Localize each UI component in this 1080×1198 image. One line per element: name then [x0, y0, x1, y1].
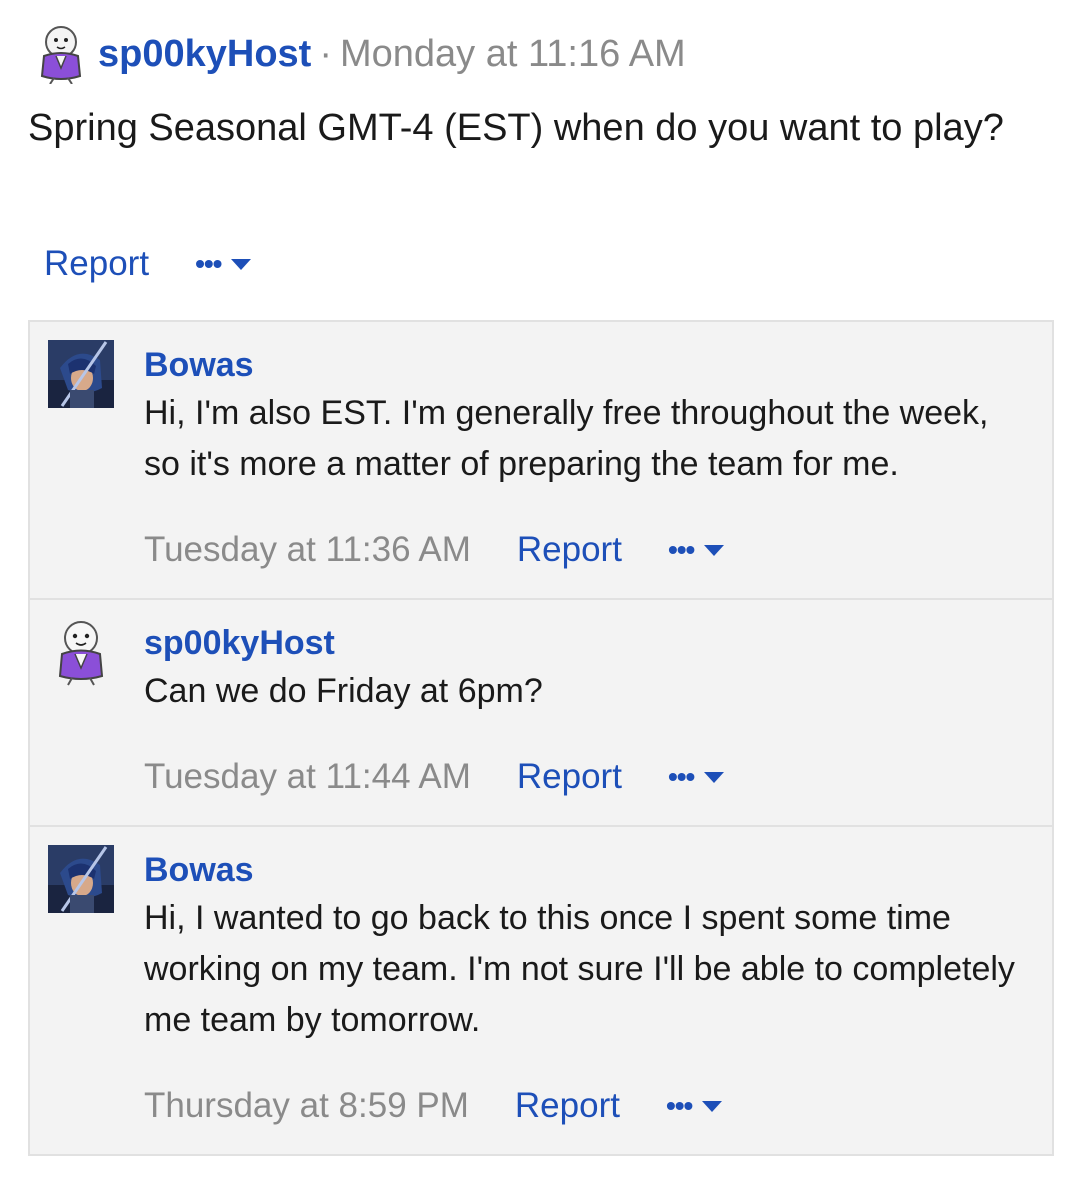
ghost-avatar-icon[interactable] [34, 24, 88, 84]
reply-text: Hi, I wanted to go back to this once I s… [144, 899, 1015, 1039]
more-options-menu[interactable]: ••• [667, 534, 725, 565]
post-timestamp[interactable]: Monday at 11:16 AM [340, 33, 686, 76]
reply-text: Hi, I'm also EST. I'm generally free thr… [144, 394, 989, 483]
chevron-down-icon [702, 1100, 723, 1112]
more-dots-icon: ••• [195, 248, 222, 279]
chevron-down-icon [231, 258, 252, 270]
more-dots-icon: ••• [667, 534, 695, 565]
reply-item: Bowas Hi, I wanted to go back to this on… [30, 827, 1052, 1156]
reply-author[interactable]: sp00kyHost [144, 620, 1028, 666]
reply-author[interactable]: Bowas [144, 342, 1028, 388]
report-link[interactable]: Report [517, 757, 622, 797]
more-options-menu[interactable]: ••• [665, 1090, 723, 1121]
post-actions: Report ••• [44, 244, 252, 284]
post-author[interactable]: sp00kyHost [98, 33, 311, 76]
chevron-down-icon [704, 771, 725, 783]
reply-author[interactable]: Bowas [144, 847, 1028, 893]
reply-content: Bowas Hi, I wanted to go back to this on… [144, 827, 1052, 1154]
reply-content: sp00kyHost Can we do Friday at 6pm? Tues… [144, 600, 1052, 825]
more-dots-icon: ••• [667, 761, 695, 792]
header-separator: · [319, 32, 332, 75]
reply-item: Bowas Hi, I'm also EST. I'm generally fr… [30, 322, 1052, 600]
reply-meta: Tuesday at 11:44 AM Report ••• [144, 757, 1028, 825]
reply-text: Can we do Friday at 6pm? [144, 672, 543, 710]
chevron-down-icon [704, 544, 725, 556]
ghost-avatar-icon[interactable] [48, 618, 114, 686]
bowas-avatar-icon[interactable] [48, 845, 114, 913]
more-options-menu[interactable]: ••• [195, 248, 252, 279]
more-dots-icon: ••• [665, 1090, 693, 1121]
replies-list: Bowas Hi, I'm also EST. I'm generally fr… [28, 320, 1054, 1156]
reply-content: Bowas Hi, I'm also EST. I'm generally fr… [144, 322, 1052, 598]
reply-timestamp[interactable]: Tuesday at 11:36 AM [144, 530, 471, 570]
post-header: sp00kyHost · Monday at 11:16 AM [34, 24, 686, 84]
bowas-avatar-icon[interactable] [48, 340, 114, 408]
more-options-menu[interactable]: ••• [667, 761, 725, 792]
report-link[interactable]: Report [44, 244, 149, 284]
post-body: Spring Seasonal GMT-4 (EST) when do you … [28, 107, 1004, 149]
reply-meta: Tuesday at 11:36 AM Report ••• [144, 530, 1028, 598]
reply-item: sp00kyHost Can we do Friday at 6pm? Tues… [30, 600, 1052, 827]
thread-page: sp00kyHost · Monday at 11:16 AM Spring S… [0, 0, 1080, 1198]
reply-meta: Thursday at 8:59 PM Report ••• [144, 1086, 1028, 1154]
report-link[interactable]: Report [515, 1086, 620, 1126]
report-link[interactable]: Report [517, 530, 622, 570]
reply-timestamp[interactable]: Tuesday at 11:44 AM [144, 757, 471, 797]
reply-timestamp[interactable]: Thursday at 8:59 PM [144, 1086, 469, 1126]
